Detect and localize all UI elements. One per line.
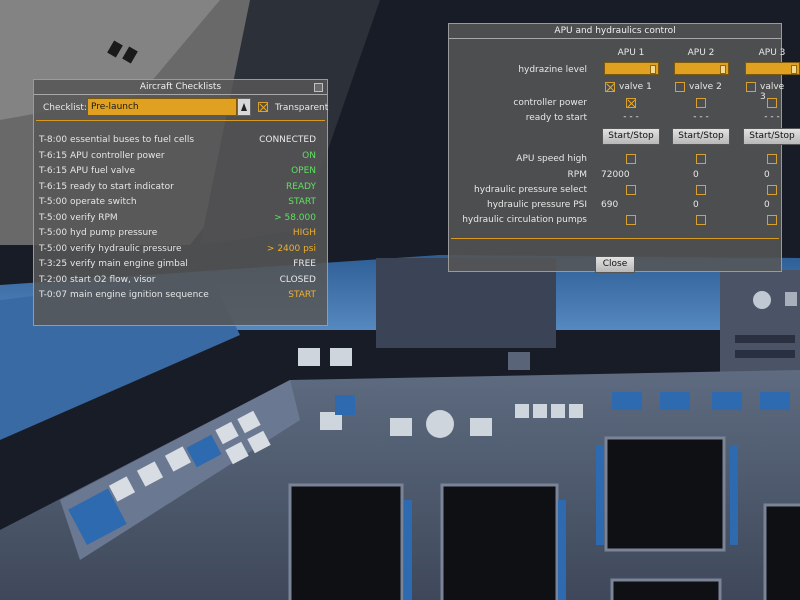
checklist-value: FREE [293,259,316,269]
checklist-task: T-2:00 start O2 flow, visor [39,274,156,285]
checklist-dialog-title: Aircraft Checklists [34,80,327,95]
checklist-separator [36,120,325,121]
start-stop-button-3[interactable]: Start/Stop [743,128,800,145]
checklist-header: Checklist: Pre-launch Transparent [34,95,329,120]
speed-high-checkbox-1[interactable] [626,154,636,164]
checklist-value: OPEN [291,166,316,176]
hydrazine-level-bar[interactable] [674,62,729,75]
controller-power-checkbox-1[interactable] [626,98,636,108]
circ-pumps-label: hydraulic circulation pumps [462,215,587,225]
checklist-value: READY [285,181,316,192]
hydrazine-level-bar[interactable] [745,62,800,75]
rpm-value: 0 [764,170,770,180]
apu-dialog-title: APU and hydraulics control [449,24,781,39]
checklist-items: T-8:00 essential buses to fuel cells CONN… [34,133,327,304]
circ-pumps-checkbox-1[interactable] [626,215,636,225]
checklist-value: CLOSED [279,274,316,285]
checklist-title-text: Aircraft Checklists [139,82,222,92]
valve-checkbox-3[interactable] [746,82,756,92]
valve-label: valve 2 [689,82,722,92]
close-button[interactable]: Close [595,256,635,273]
start-stop-button-2[interactable]: Start/Stop [672,128,730,145]
checklist-value: > 2400 psi [266,243,316,254]
ready-to-start-label: ready to start [525,113,587,123]
checklist-row: T-5:00 operate switch START [34,195,327,211]
speed-high-checkbox-2[interactable] [696,154,706,164]
checklist-dropdown-icon[interactable] [237,98,251,116]
checklist-task: T-5:00 operate switch [39,197,137,207]
controller-power-checkbox-3[interactable] [767,98,777,108]
transparent-checkbox[interactable] [258,102,268,112]
pressure-select-label: hydraulic pressure select [474,185,587,195]
apu-separator [451,238,779,239]
pressure-select-checkbox-1[interactable] [626,185,636,195]
apu-column-header: APU 2 [687,48,715,58]
start-stop-button-1[interactable]: Start/Stop [602,128,660,145]
hydrazine-level-bar[interactable] [604,62,659,75]
checklist-row: T-3:25 verify main engine gimbal FREE [34,257,327,273]
checklist-task: T-3:25 verify main engine gimbal [39,259,188,269]
checklist-row: T-2:00 start O2 flow, visor CLOSED [34,273,327,289]
checklist-row: T-6:15 APU controller power ON [34,149,327,165]
checklist-value: START [288,290,316,300]
pressure-psi-value: 0 [764,200,770,210]
checklist-row: T-0:07 main engine ignition sequence STAR… [34,288,327,304]
ready-indicator: - - - [623,112,639,122]
rpm-value: 0 [693,170,699,180]
checklist-task: T-6:15 APU controller power [39,150,165,161]
checklist-value: > 58.000 [274,212,316,223]
checklist-row: T-5:00 verify hydraulic pressure > 2400 p… [34,242,327,258]
pressure-select-checkbox-3[interactable] [767,185,777,195]
checklist-row: T-5:00 hyd pump pressure HIGH [34,226,327,242]
apu-column-header: APU 1 [617,48,645,58]
checklist-dialog: Aircraft Checklists Checklist: Pre-launc… [33,79,328,326]
apu-dialog: APU and hydraulics control APU 1 APU 2 APU… [448,23,800,273]
checklist-row: T-6:15 APU fuel valve OPEN [34,164,327,180]
checklist-row: T-5:00 verify RPM > 58.000 [34,211,327,227]
checklist-task: T-5:00 verify hydraulic pressure [39,243,182,254]
speed-high-label: APU speed high [516,154,587,164]
checklist-label: Checklist: [43,103,87,113]
controller-power-checkbox-2[interactable] [696,98,706,108]
checklist-value: ON [302,150,316,161]
pressure-psi-value: 690 [601,200,619,210]
ready-indicator: - - - [764,112,780,122]
ready-indicator: - - - [693,112,709,122]
valve-checkbox-2[interactable] [675,82,685,92]
checklist-close-icon[interactable] [314,83,323,92]
checklist-value: CONNECTED [259,135,316,145]
valve-checkbox-1[interactable] [605,82,615,92]
checklist-value: HIGH [292,228,316,238]
pressure-psi-value: 0 [693,200,699,210]
checklist-task: T-6:15 ready to start indicator [39,181,174,192]
pressure-psi-label: hydraulic pressure PSI [486,200,587,210]
hydrazine-label: hydrazine level [518,65,587,75]
speed-high-checkbox-3[interactable] [767,154,777,164]
rpm-value: 72000 [601,170,630,180]
rpm-label: RPM [567,170,587,180]
circ-pumps-checkbox-2[interactable] [696,215,706,225]
circ-pumps-checkbox-3[interactable] [767,215,777,225]
checklist-row: T-6:15 ready to start indicator READY [34,180,327,196]
controller-power-label: controller power [513,98,587,108]
transparent-label: Transparent [275,103,329,113]
checklist-task: T-6:15 APU fuel valve [39,166,135,176]
checklist-task: T-5:00 hyd pump pressure [39,228,158,238]
apu-column-header: APU 3 [758,48,786,58]
pressure-select-checkbox-2[interactable] [696,185,706,195]
checklist-task: T-5:00 verify RPM [39,212,118,223]
checklist-row: T-8:00 essential buses to fuel cells CONN… [34,133,327,149]
checklist-select[interactable]: Pre-launch [87,98,237,116]
checklist-task: T-8:00 essential buses to fuel cells [39,135,195,145]
valve-label: valve 1 [619,82,652,92]
checklist-value: START [288,197,316,207]
checklist-task: T-0:07 main engine ignition sequence [39,290,209,300]
